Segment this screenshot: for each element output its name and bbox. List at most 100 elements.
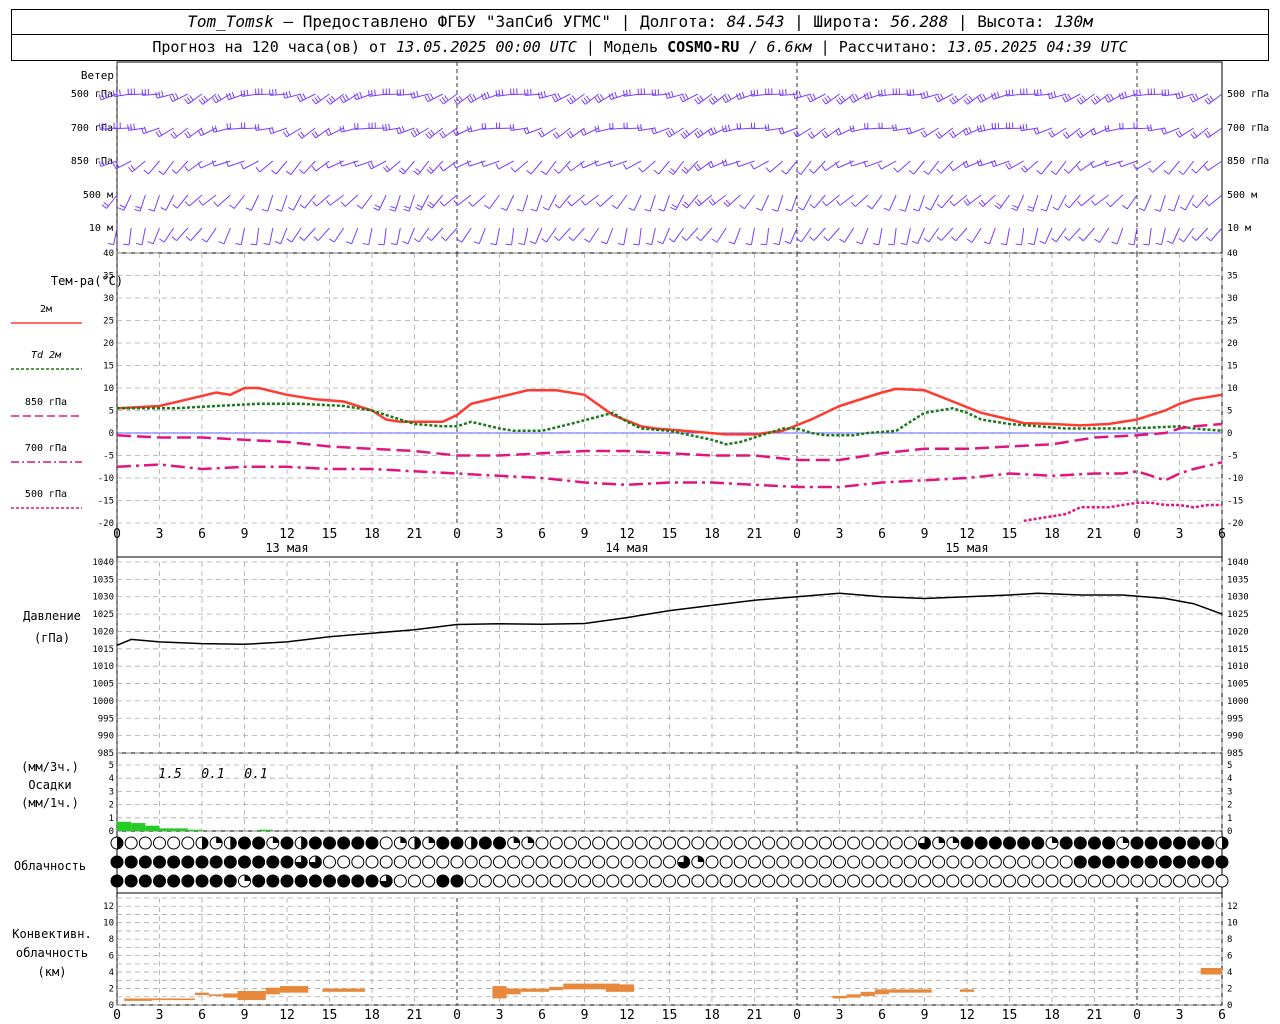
day-label: 13 мая [265,541,308,555]
wind-barb-feather [439,132,444,139]
wind-barb-feather [468,201,474,207]
wind-barb-feather [1104,160,1108,167]
cloud-symbol [124,836,138,850]
cloud-symbol [606,836,620,850]
wind-barb-feather [356,92,360,99]
wind-barb [760,227,770,246]
wind-barb [708,194,727,206]
wind-barb-feather [526,126,530,133]
wind-barb-feather [1027,206,1034,209]
wind-barb-feather [812,93,817,100]
wind-barb-feather [509,124,512,131]
x-tick-label: 0 [453,527,461,542]
cloud-fill [244,875,251,881]
wind-barb-shaft [789,227,798,244]
wind-barb-feather [286,238,292,243]
cloud-circle [663,855,676,869]
wind-barb-feather [979,159,983,166]
legend-label: 700 гПа [25,443,67,454]
wind-barb [275,194,288,212]
wind-barb [218,227,231,245]
cloud-symbol [1116,836,1130,850]
cloud-symbol [308,855,322,869]
cloud-circle [903,836,917,850]
wind-barb-shaft [250,194,260,211]
wind-barb-feather [1167,89,1170,96]
wind-barb [1204,93,1223,105]
wind-barb-feather [469,125,473,132]
wind-barb-shaft [351,227,359,244]
wind-barb-feather [490,243,497,246]
cloud-symbol [323,874,336,888]
wind-barb-feather [245,207,252,211]
cloud-fill [697,856,704,862]
cloud-symbol [875,874,889,888]
wind-barb-feather [993,92,997,99]
wind-barb-shaft [811,127,826,139]
wind-barb-feather [681,203,688,209]
wind-barb-shaft [777,194,784,212]
cloud-circle [620,874,634,888]
x-tick-label: 9 [241,1008,249,1023]
wind-barb-feather [1181,91,1184,98]
cloud-circle [493,855,506,869]
wind-barb-shaft [165,194,175,211]
wind-barb-feather [611,204,618,210]
wind-barb-feather [473,241,480,245]
cloud-circle [450,855,464,869]
convective-tick-label: 6 [1227,952,1232,962]
wind-barb-feather [1161,89,1164,96]
x-tick-label: 18 [364,1008,380,1023]
wind-barb-feather [1132,163,1137,170]
cloud-symbol [195,855,209,869]
wind-barb-shaft [1207,160,1223,171]
wind-barb-shaft [1068,227,1081,241]
cloud-circle [1003,874,1016,888]
cloud-symbol [1201,855,1215,869]
cloud-circle [1031,855,1045,869]
wind-barb-feather [1163,170,1170,175]
wind-barb [665,127,684,138]
wind-barb-feather [328,238,335,243]
wind-barb-shaft [584,194,599,206]
wind-barb-feather [821,165,826,172]
cloud-symbol [365,855,379,869]
cloud-symbol [408,874,421,888]
wind-barb-shaft [206,227,217,243]
wind-barb-feather [727,94,732,100]
wind-barb-shaft [727,194,741,207]
wind-barb [158,160,175,175]
cloud-circle [974,836,988,850]
cloud-symbol [1088,874,1101,888]
wind-barb-shaft [982,194,996,207]
wind-barb-feather [753,89,756,96]
cloud-symbol [521,874,535,888]
cloud-circle [1158,874,1172,888]
cloud-symbol [634,855,648,869]
wind-barb [1191,227,1209,241]
wind-barb-feather [640,124,643,131]
wind-barb-shaft [429,127,444,139]
pressure-tick-label: 995 [98,714,114,724]
cloud-symbol [578,874,591,888]
wind-barb-feather [1094,238,1100,243]
wind-barb [773,227,784,246]
wind-barb-feather [850,201,856,207]
wind-barb-shaft [316,194,330,207]
cloud-circle [223,855,237,869]
wind-barb [1128,227,1138,246]
temperature-tick-label: -5 [103,452,114,462]
wind-barb-shaft [1148,227,1152,245]
cloud-circle [181,836,195,850]
wind-barb-feather [1209,95,1214,101]
cloud-circle [648,874,662,888]
cloud-symbol [960,836,974,850]
wind-barb-feather [683,201,690,207]
wind-barb [1026,194,1039,212]
wind-barb-shaft [442,93,458,105]
cloud-circle [705,836,719,850]
wind-barb [1179,194,1195,211]
wind-barb [795,160,812,175]
x-tick-label: 12 [279,527,295,542]
wind-barb-shaft [1152,160,1166,173]
